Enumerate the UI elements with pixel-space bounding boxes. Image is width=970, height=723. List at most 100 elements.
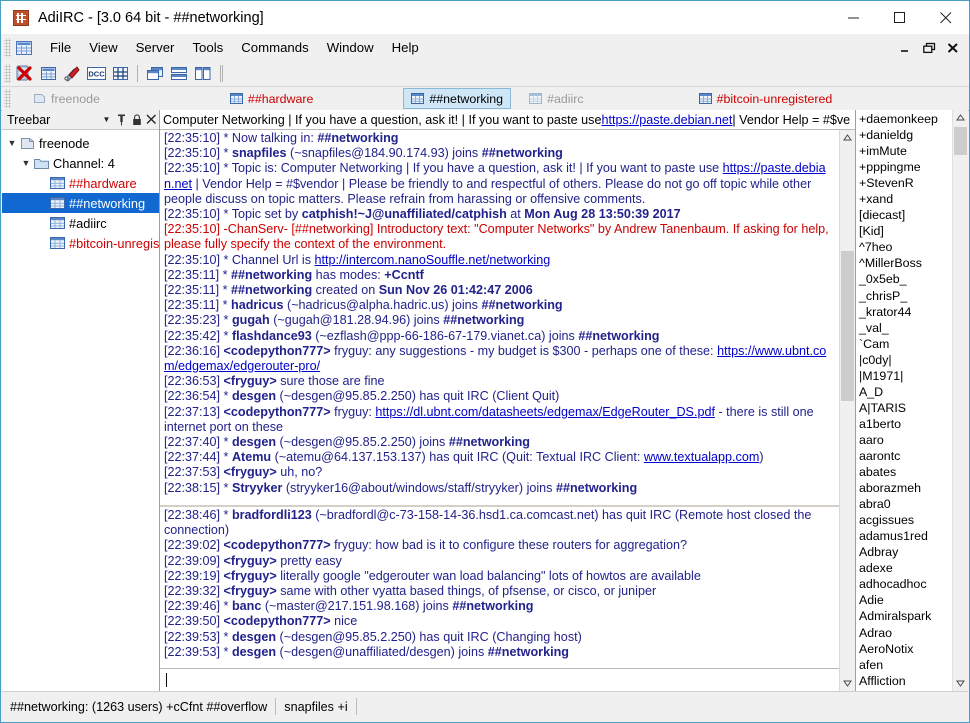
scroll-down-icon[interactable] [840, 676, 855, 691]
nicklist-item[interactable]: aaro [859, 432, 952, 448]
switchbar-tab-networking[interactable]: ##networking [403, 88, 512, 109]
mdi-minimize-icon[interactable] [893, 37, 917, 59]
tree-node-hardware[interactable]: ##hardware [2, 173, 159, 193]
channel-list-icon[interactable] [37, 64, 59, 84]
nicklist-item[interactable]: ^7heo [859, 239, 952, 255]
nicklist-item[interactable]: |c0dy| [859, 352, 952, 368]
nicklist-item[interactable]: [Kid] [859, 223, 952, 239]
topic-bar[interactable]: Computer Networking | If you have a ques… [160, 110, 855, 130]
nicklist-item[interactable]: afen [859, 657, 952, 673]
treebar-menu-button[interactable]: ▼ [99, 112, 114, 128]
message-input-row[interactable] [160, 668, 839, 691]
nicklist-item[interactable]: aarontc [859, 448, 952, 464]
tree-twisty[interactable]: ▼ [18, 158, 34, 168]
nicklist-item[interactable]: acgissues [859, 512, 952, 528]
nicklist-scroll-track[interactable] [953, 125, 968, 676]
menu-item-view[interactable]: View [80, 37, 126, 59]
nicklist-item[interactable]: _val_ [859, 320, 952, 336]
chat-scroll-thumb[interactable] [841, 251, 854, 401]
topic-link[interactable]: https://paste.debian.net [601, 113, 732, 127]
channel-icon [411, 93, 425, 104]
tools-icon[interactable] [61, 64, 83, 84]
switchbar-tab-freenode[interactable]: freenode [26, 88, 107, 109]
nicklist-item[interactable]: abates [859, 464, 952, 480]
mdi-close-icon[interactable] [941, 37, 965, 59]
tree-node-networking[interactable]: ##networking [2, 193, 159, 213]
nicklist-item[interactable]: Admiralspark [859, 608, 952, 624]
nicklist-item[interactable]: +daemonkeep [859, 111, 952, 127]
nicklist-scrollbar[interactable] [952, 110, 968, 691]
toolbar-grip[interactable] [4, 64, 11, 83]
switchbar-tab-bitcoin-unregistered[interactable]: #bitcoin-unregistered [692, 88, 840, 109]
pin-icon[interactable] [114, 112, 129, 128]
channel-icon [529, 93, 543, 104]
menu-item-commands[interactable]: Commands [232, 37, 317, 59]
folder-icon [34, 157, 49, 170]
treebar-close-button[interactable] [144, 112, 159, 128]
nicklist-item[interactable]: aborazmeh [859, 480, 952, 496]
server-disconnect-icon[interactable] [13, 64, 35, 84]
menu-item-help[interactable]: Help [383, 37, 428, 59]
nicklist-item[interactable]: +xand [859, 191, 952, 207]
nicklist-item[interactable]: ^MillerBoss [859, 255, 952, 271]
nicklist-item[interactable]: +pppingme [859, 159, 952, 175]
nicklist-item[interactable]: Adbray [859, 544, 952, 560]
nicklist-item[interactable]: abra0 [859, 496, 952, 512]
nicklist-item[interactable]: +imMute [859, 143, 952, 159]
menu-item-server[interactable]: Server [127, 37, 184, 59]
chat-line: [22:35:11] * ##networking has modes: +Cc… [164, 267, 424, 282]
nicklist-item[interactable]: adamus1red [859, 528, 952, 544]
tree-node-freenode[interactable]: ▼ freenode [2, 133, 159, 153]
menu-item-tools[interactable]: Tools [183, 37, 232, 59]
tile-vertical-icon[interactable] [192, 64, 214, 84]
nicklist-item[interactable]: [diecast] [859, 207, 952, 223]
nicklist-item[interactable]: adexe [859, 560, 952, 576]
scroll-down-icon[interactable] [953, 676, 968, 691]
nicklist-item[interactable]: _chrisP_ [859, 288, 952, 304]
chat-scrollbar[interactable] [839, 130, 855, 691]
hash-grid-icon[interactable] [109, 64, 131, 84]
menu-item-file[interactable]: File [41, 37, 80, 59]
nicklist-item[interactable]: adhocadhoc [859, 576, 952, 592]
tree-node-adiirc[interactable]: #adiirc [2, 213, 159, 233]
nicklist-item[interactable]: Affliction [859, 673, 952, 689]
nicklist-item[interactable]: `Cam [859, 336, 952, 352]
nicklist-item[interactable]: A_D [859, 384, 952, 400]
scroll-up-icon[interactable] [840, 130, 855, 145]
close-icon[interactable] [923, 1, 969, 34]
tree-twisty[interactable]: ▼ [4, 138, 20, 148]
nicklist-item[interactable]: Adie [859, 592, 952, 608]
lock-icon[interactable] [129, 112, 144, 128]
nicklist-item[interactable]: _krator44 [859, 304, 952, 320]
scroll-up-icon[interactable] [953, 110, 968, 125]
tree-node-bitcoin-unregistered[interactable]: #bitcoin-unregiste [2, 233, 159, 253]
nicklist-item[interactable]: A|TARIS [859, 400, 952, 416]
chat-line: [22:35:10] * Topic set by catphish!~J@un… [164, 207, 681, 222]
menu-item-window[interactable]: Window [318, 37, 383, 59]
nicklist-item[interactable]: |M1971| [859, 368, 952, 384]
mdi-restore-icon[interactable] [917, 37, 941, 59]
chat-scrollback-top[interactable]: [22:35:10] * Now talking in: ##networkin… [160, 130, 839, 507]
nicklist-item[interactable]: _0x5eb_ [859, 271, 952, 287]
switchbar-tab-hardware[interactable]: ##hardware [223, 88, 320, 109]
nicklist-item[interactable]: a1berto [859, 416, 952, 432]
menu-grip[interactable] [4, 38, 11, 57]
tree-node-channels-folder[interactable]: ▼ Channel: 4 [2, 153, 159, 173]
nicklist-item[interactable]: Adrao [859, 625, 952, 641]
minimize-icon[interactable] [831, 1, 877, 34]
switchbar-grip[interactable] [4, 89, 11, 108]
nicklist-scroll-thumb[interactable] [954, 127, 967, 155]
maximize-icon[interactable] [877, 1, 923, 34]
nicklist-item[interactable]: AeroNotix [859, 641, 952, 657]
nicklist-item[interactable]: +danieldg [859, 127, 952, 143]
cascade-icon[interactable] [144, 64, 166, 84]
channel-icon [50, 216, 65, 230]
tile-horizontal-icon[interactable] [168, 64, 190, 84]
nicklist-items[interactable]: +daemonkeep +danieldg +imMute +pppingme … [856, 110, 952, 691]
dcc-icon[interactable]: DCC [85, 64, 107, 84]
mdi-child-icon[interactable] [16, 40, 32, 55]
nicklist-item[interactable]: +StevenR [859, 175, 952, 191]
chat-scrollback-bottom[interactable]: [22:38:46] * bradfordli123 (~bradfordl@c… [160, 507, 839, 668]
chat-scroll-track[interactable] [840, 145, 855, 676]
switchbar-tab-adiirc[interactable]: #adiirc [522, 88, 591, 109]
